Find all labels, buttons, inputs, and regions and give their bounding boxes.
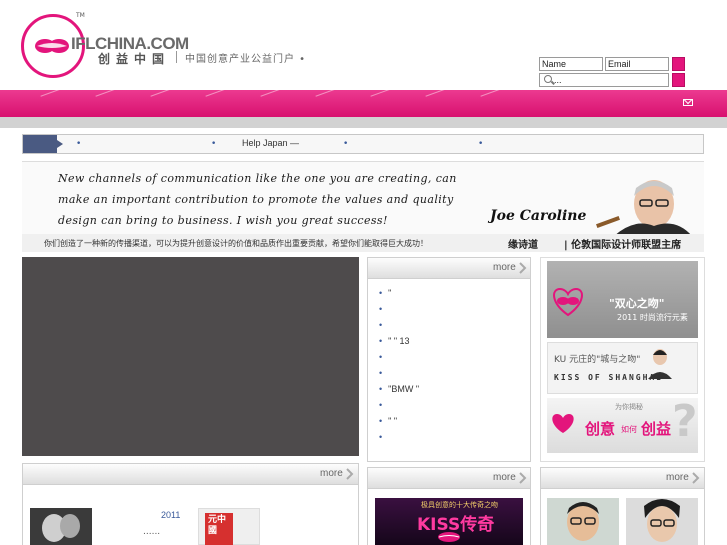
- chevron-right-icon: [346, 468, 354, 480]
- bottom-mid-more-link[interactable]: more: [493, 472, 516, 483]
- speaker-portrait: [594, 174, 692, 236]
- banner-quote-line-1: New channels of communication like the o…: [58, 172, 457, 185]
- news-list-item[interactable]: • ": [379, 288, 391, 298]
- person-photo: [648, 349, 672, 379]
- name-field[interactable]: Name: [539, 57, 603, 71]
- article-thumbnail[interactable]: [30, 508, 92, 545]
- page: TM IFLCHINA.COM 创益中国 中国创意产业公益门户 • Name E…: [0, 0, 727, 545]
- lips-logo-icon: [35, 39, 69, 53]
- news-list-item[interactable]: •: [379, 368, 388, 378]
- main-nav-bar: [0, 88, 727, 117]
- logo-divider: [176, 51, 177, 63]
- lips-icon: [438, 532, 460, 542]
- banner-quote-line-3: design can bring to business. I wish you…: [58, 214, 388, 227]
- seal-thumbnail[interactable]: 元中國: [198, 508, 260, 545]
- chevron-right-icon: [519, 472, 527, 484]
- bottom-mid-header: more: [368, 468, 530, 489]
- mail-icon[interactable]: [683, 99, 693, 106]
- ticker-headline[interactable]: Help Japan —: [242, 138, 299, 148]
- subnav-bar: [0, 117, 727, 128]
- news-panel: more: [367, 257, 531, 462]
- site-tagline: 中国创意产业公益门户 •: [185, 54, 307, 65]
- kiss-legend-banner[interactable]: 极具创意的十大传奇之吻 KISS传奇: [375, 498, 523, 545]
- search-icon: [544, 75, 552, 83]
- chevron-right-icon: [519, 262, 527, 274]
- quote-banner[interactable]: New channels of communication like the o…: [22, 161, 704, 252]
- news-list-item[interactable]: • "BMW ": [379, 384, 419, 394]
- banner-quote-line-2: make an important contribution to promot…: [58, 193, 454, 206]
- news-ticker: • • Help Japan — • •: [22, 134, 704, 154]
- speaker-name: 缘诗道: [508, 240, 538, 251]
- promo-3-word-benefit: 创益: [641, 420, 672, 438]
- news-list-item[interactable]: •: [379, 304, 388, 314]
- promo-2-title: KU 元庄的"城与之吻": [554, 355, 641, 365]
- nav-stripe: [260, 88, 282, 97]
- banner-quote-chinese: 你们创造了一种新的传播渠道，可以为提升创意设计的价值和品质作出重要贡献，希望你们…: [44, 239, 428, 248]
- ticker-tab[interactable]: [23, 135, 63, 153]
- ticker-bullet: •: [211, 139, 217, 149]
- shanghai-kiss-banner[interactable]: KU 元庄的"城与之吻" KISS OF SHANGHAI: [547, 342, 698, 394]
- video-player[interactable]: [22, 257, 359, 456]
- news-more-link[interactable]: more: [493, 262, 516, 273]
- news-list-item[interactable]: •: [379, 320, 388, 330]
- nav-stripe: [205, 88, 227, 97]
- nav-stripe: [315, 88, 337, 97]
- person-photo[interactable]: [547, 498, 619, 545]
- chevron-right-icon: [692, 472, 700, 484]
- ticker-bullet: •: [478, 139, 484, 149]
- promo-3-word-creative: 创意: [585, 420, 616, 438]
- kiss-legend-kicker: 极具创意的十大传奇之吻: [421, 501, 498, 509]
- nav-stripe: [370, 88, 392, 97]
- nav-stripe: [425, 88, 447, 97]
- email-field[interactable]: Email: [605, 57, 669, 71]
- news-panel-header: more: [368, 258, 530, 279]
- site-chinese-name: 创益中国: [98, 52, 171, 66]
- kiss-promo-banner[interactable]: "双心之吻" 2011 时尚流行元素: [547, 261, 698, 338]
- speaker-role: | 伦敦国际设计师联盟主席: [564, 240, 682, 251]
- person-photo[interactable]: [626, 498, 698, 545]
- bottom-left-more-link[interactable]: more: [320, 468, 343, 479]
- news-list-item[interactable]: •: [379, 400, 388, 410]
- search-input[interactable]: ...: [539, 73, 669, 87]
- banner-signature: Joe Caroline: [490, 208, 587, 224]
- ticker-bullet: •: [343, 139, 349, 149]
- bottom-left-header: more: [23, 464, 358, 485]
- question-mark-icon: ?: [672, 398, 698, 447]
- trademark-mark: TM: [76, 12, 85, 19]
- creative-promo-banner[interactable]: 为你揭秘 创意 如何 创益 ?: [547, 398, 698, 453]
- bottom-right-more-link[interactable]: more: [666, 472, 689, 483]
- article-year: 2011: [161, 510, 181, 520]
- subscribe-button[interactable]: [672, 57, 685, 71]
- promo-3-word-how: 如何: [621, 425, 637, 434]
- news-list-item[interactable]: • " " 13: [379, 336, 410, 346]
- promo-1-title: "双心之吻": [609, 297, 665, 310]
- lips-icon: [552, 414, 574, 433]
- nav-stripe: [150, 88, 172, 97]
- nav-stripe: [480, 88, 502, 97]
- promo-3-kicker: 为你揭秘: [615, 403, 643, 411]
- article-excerpt: ......: [143, 527, 161, 537]
- promo-1-subtitle: 2011 时尚流行元素: [617, 313, 688, 322]
- nav-stripe: [95, 88, 117, 97]
- seal-stamp: 元中國: [205, 513, 233, 545]
- lips-heart-icon: [553, 287, 583, 317]
- nav-stripe: [40, 88, 62, 97]
- ticker-bullet: •: [76, 139, 82, 149]
- news-list-item[interactable]: • " ": [379, 416, 397, 426]
- news-list-item[interactable]: •: [379, 432, 388, 442]
- news-list-item[interactable]: •: [379, 352, 388, 362]
- bottom-right-header: more: [541, 468, 704, 489]
- search-button[interactable]: [672, 73, 685, 87]
